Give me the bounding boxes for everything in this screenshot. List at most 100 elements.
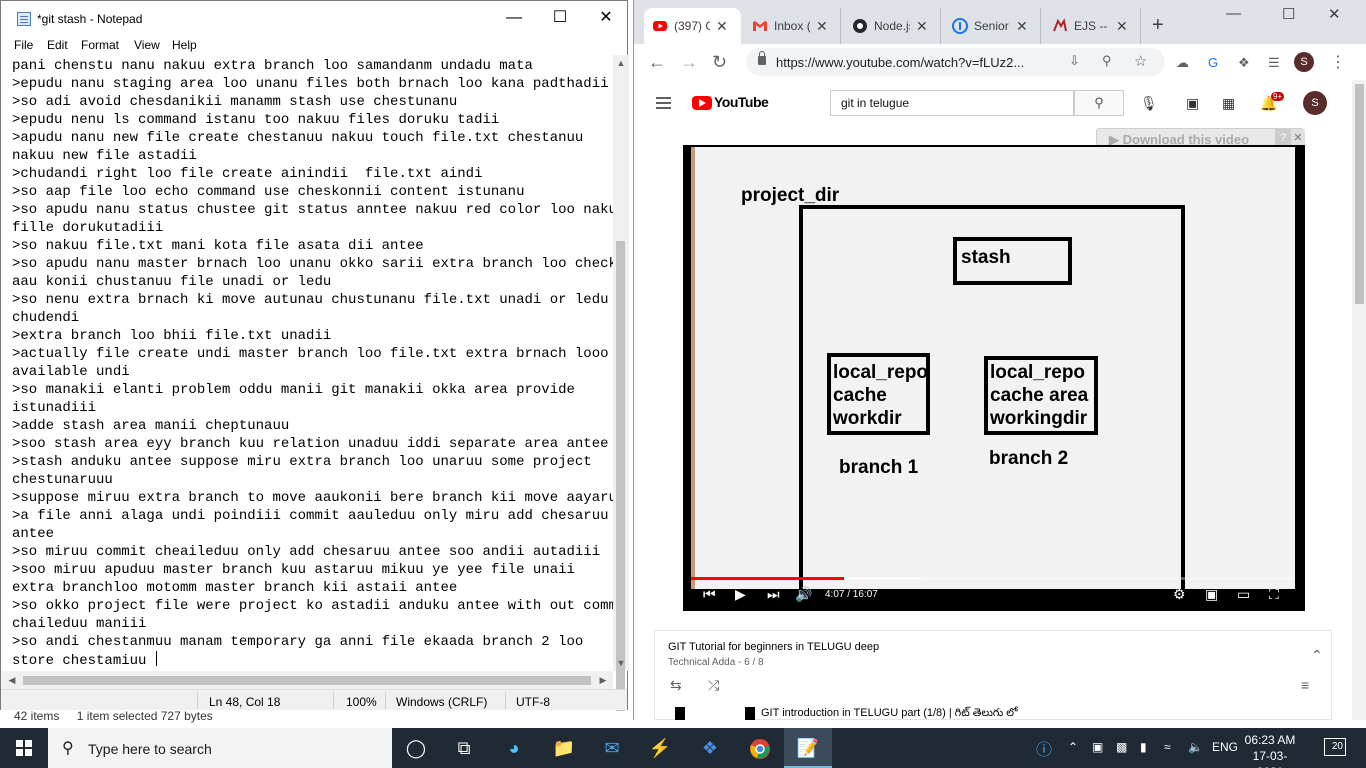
youtube-logo-icon[interactable] bbox=[692, 96, 712, 110]
scroll-right-icon[interactable]: ▶ bbox=[595, 672, 611, 688]
notification-center-icon[interactable]: 20 bbox=[1324, 738, 1346, 756]
cloud-icon[interactable]: ☁ bbox=[1176, 55, 1189, 71]
apps-grid-icon[interactable]: ▦ bbox=[1222, 95, 1235, 112]
close-button[interactable]: ✕ bbox=[583, 1, 629, 35]
close-tab-icon[interactable]: ✕ bbox=[716, 18, 728, 35]
loop-icon[interactable]: ⇆ bbox=[670, 677, 682, 694]
youtube-brand[interactable]: YouTube bbox=[714, 94, 769, 110]
meet-now-icon[interactable]: ▣ bbox=[1092, 740, 1103, 754]
zoom-icon[interactable]: ⚲ bbox=[1102, 53, 1112, 69]
address-bar[interactable]: https://www.youtube.com/watch?v=fLUz2...… bbox=[746, 48, 1165, 76]
notepad-titlebar[interactable]: *git stash - Notepad — ☐ ✕ bbox=[1, 1, 627, 35]
minimize-button[interactable]: — bbox=[491, 1, 537, 35]
page-scroll-thumb[interactable] bbox=[1355, 84, 1364, 304]
menu-help[interactable]: Help bbox=[172, 38, 197, 52]
bolt-app-icon[interactable]: ⚡ bbox=[636, 728, 684, 768]
language-indicator[interactable]: ENG bbox=[1212, 740, 1238, 754]
close-tab-icon[interactable]: ✕ bbox=[1116, 18, 1128, 35]
extensions-icon[interactable]: ❖ bbox=[1238, 55, 1250, 71]
scroll-down-icon[interactable]: ▼ bbox=[613, 655, 629, 671]
theater-mode-icon[interactable]: ▭ bbox=[1237, 586, 1250, 603]
back-icon[interactable]: ← bbox=[648, 52, 666, 73]
scroll-left-icon[interactable]: ◀ bbox=[4, 672, 20, 688]
settings-gear-icon[interactable]: ⚙ bbox=[1173, 586, 1186, 603]
install-icon[interactable]: ⇩ bbox=[1069, 53, 1080, 69]
youtube-search-input[interactable]: git in telugue bbox=[830, 90, 1074, 116]
chrome-menu-icon[interactable]: ⋮ bbox=[1330, 52, 1346, 72]
notepad-text-area[interactable]: pani chenstu nanu nakuu extra branch loo… bbox=[1, 55, 613, 671]
video-player[interactable]: project_dir stash local_repo cache workd… bbox=[683, 145, 1305, 611]
display-icon[interactable]: ▩ bbox=[1116, 740, 1127, 754]
menu-view[interactable]: View bbox=[134, 38, 160, 52]
playlist-item[interactable]: GIT introduction in TELUGU part (1/8) | … bbox=[761, 707, 1018, 722]
shuffle-icon[interactable]: ⤮ bbox=[708, 677, 719, 694]
chrome-icon[interactable] bbox=[736, 728, 784, 768]
hamburger-menu-icon[interactable] bbox=[656, 97, 671, 99]
taskbar-search-box[interactable]: ⚲ Type here to search bbox=[48, 728, 392, 768]
playlist-thumbnail[interactable] bbox=[675, 707, 755, 720]
tab-youtube[interactable]: (397) Git ✕ bbox=[644, 8, 741, 44]
minimize-button[interactable]: — bbox=[1226, 5, 1241, 22]
vertical-scroll-thumb[interactable] bbox=[616, 241, 625, 711]
wifi-icon[interactable]: ≈ bbox=[1164, 740, 1171, 754]
youtube-icon bbox=[653, 21, 667, 31]
create-video-icon[interactable]: ▣ bbox=[1186, 95, 1199, 112]
file-explorer-icon[interactable]: 📁 bbox=[540, 728, 588, 768]
gmail-icon bbox=[753, 21, 767, 31]
next-icon[interactable]: ⏭ bbox=[767, 586, 780, 603]
menu-file[interactable]: File bbox=[14, 38, 33, 52]
text-line: >a file anni alaga undi poindiii commit … bbox=[12, 508, 609, 524]
playlist-title[interactable]: GIT Tutorial for beginners in TELUGU dee… bbox=[668, 641, 879, 653]
text-line: >so adi avoid chesdanikii manamm stash u… bbox=[12, 94, 458, 110]
cortana-icon[interactable]: ◯ bbox=[392, 728, 440, 768]
playlist-add-icon[interactable]: ≡ bbox=[1301, 677, 1309, 693]
video-progress-bar[interactable] bbox=[691, 577, 1295, 580]
scroll-up-icon[interactable]: ▲ bbox=[613, 55, 629, 71]
help-icon[interactable]: ⓘ bbox=[1036, 736, 1052, 760]
microphone-icon[interactable]: 🎙 bbox=[1140, 95, 1158, 112]
show-hidden-icons[interactable]: ⌃ bbox=[1068, 740, 1078, 754]
horizontal-scrollbar[interactable]: ◀ ▶ bbox=[1, 671, 613, 689]
translate-icon[interactable]: G bbox=[1208, 55, 1218, 70]
tab-gmail[interactable]: Inbox ( ✕ bbox=[744, 8, 841, 44]
forward-icon[interactable]: → bbox=[680, 52, 698, 73]
line-ending: Windows (CRLF) bbox=[396, 695, 488, 709]
volume-icon[interactable]: 🔈 bbox=[1188, 740, 1203, 754]
horizontal-scroll-thumb[interactable] bbox=[23, 676, 591, 685]
fullscreen-icon[interactable]: ⛶ bbox=[1269, 586, 1279, 603]
windows-start-icon[interactable] bbox=[16, 740, 32, 756]
dropbox-icon[interactable]: ❖ bbox=[686, 728, 734, 768]
vertical-scrollbar[interactable]: ▲ ▼ bbox=[613, 55, 629, 711]
tab-senior[interactable]: Senior ✕ bbox=[944, 8, 1041, 44]
battery-icon[interactable]: ▮ bbox=[1140, 740, 1147, 754]
menu-format[interactable]: Format bbox=[81, 38, 119, 52]
notepad-taskbar-icon[interactable]: 📝 bbox=[784, 728, 832, 768]
previous-icon[interactable]: ⏮ bbox=[703, 586, 716, 603]
reload-icon[interactable]: ↻ bbox=[712, 52, 727, 73]
tab-nodejs[interactable]: Node.js ✕ bbox=[844, 8, 941, 44]
miniplayer-icon[interactable]: ▣ bbox=[1205, 586, 1218, 603]
maximize-button[interactable]: ☐ bbox=[1282, 5, 1295, 23]
close-button[interactable]: ✕ bbox=[1328, 5, 1341, 23]
youtube-search-button[interactable]: ⚲ bbox=[1074, 90, 1124, 116]
edge-icon[interactable]: ◕ bbox=[490, 728, 538, 768]
collapse-chevron-icon[interactable]: ⌃ bbox=[1311, 647, 1323, 664]
tab-ejs[interactable]: EJS -- ✕ bbox=[1044, 8, 1141, 44]
new-tab-icon[interactable]: + bbox=[1152, 14, 1164, 37]
close-tab-icon[interactable]: ✕ bbox=[1016, 18, 1028, 35]
clock[interactable]: 06:23 AM 17-03-2021 bbox=[1240, 732, 1300, 768]
volume-icon[interactable]: 🔊 bbox=[795, 586, 812, 603]
menu-edit[interactable]: Edit bbox=[47, 38, 68, 52]
profile-avatar[interactable]: S bbox=[1294, 52, 1314, 72]
mail-icon[interactable]: ✉ bbox=[588, 728, 636, 768]
youtube-avatar[interactable]: S bbox=[1303, 91, 1327, 115]
close-tab-icon[interactable]: ✕ bbox=[816, 18, 828, 35]
page-scrollbar[interactable] bbox=[1352, 80, 1366, 720]
maximize-button[interactable]: ☐ bbox=[537, 1, 583, 35]
text-line: chestunaruuu bbox=[12, 472, 113, 488]
media-control-icon[interactable]: ☰ bbox=[1268, 55, 1280, 71]
play-icon[interactable]: ▶ bbox=[735, 586, 746, 603]
task-view-icon[interactable]: ⧉ bbox=[440, 728, 488, 768]
close-tab-icon[interactable]: ✕ bbox=[916, 18, 928, 35]
bookmark-star-icon[interactable]: ☆ bbox=[1134, 52, 1147, 70]
